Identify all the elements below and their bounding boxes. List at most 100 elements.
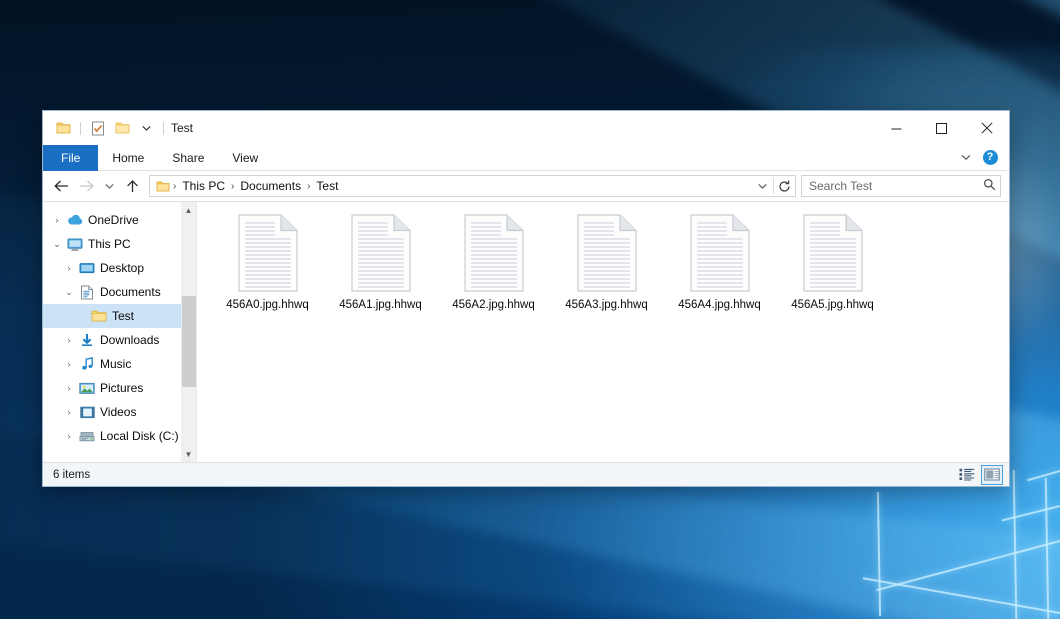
chevron-down-icon[interactable]: ⌄ [61, 287, 77, 298]
maximize-button[interactable] [919, 111, 964, 145]
file-grid: 456A0.jpg.hhwq 456A1.j [211, 210, 1009, 311]
music-icon [77, 357, 97, 371]
generic-document-icon [237, 214, 299, 292]
properties-icon[interactable] [88, 118, 108, 138]
file-item[interactable]: 456A3.jpg.hhwq [550, 210, 663, 311]
chevron-right-icon[interactable]: › [61, 407, 77, 417]
file-list-area[interactable]: 456A0.jpg.hhwq 456A1.j [197, 202, 1009, 462]
sidebar-item-onedrive[interactable]: › OneDrive [43, 208, 181, 232]
chevron-down-icon[interactable]: ⌄ [49, 239, 65, 250]
chevron-right-icon[interactable]: › [61, 263, 77, 273]
file-item[interactable]: 456A4.jpg.hhwq [663, 210, 776, 311]
sidebar-item-test[interactable]: Test [43, 304, 181, 328]
tab-share[interactable]: Share [158, 145, 218, 171]
chevron-right-icon[interactable]: › [49, 215, 65, 225]
sidebar-item-local-disk-c[interactable]: › Local Disk (C:) [43, 424, 181, 448]
sidebar-item-documents[interactable]: ⌄ Documents [43, 280, 181, 304]
chevron-right-icon[interactable]: › [61, 335, 77, 345]
breadcrumb-item-documents[interactable]: Documents [235, 179, 306, 193]
sidebar-item-label: This PC [85, 237, 131, 251]
file-name: 456A2.jpg.hhwq [452, 299, 534, 311]
tab-view[interactable]: View [218, 145, 272, 171]
folder-icon [89, 309, 109, 323]
recent-locations-button[interactable] [99, 174, 119, 198]
search-box[interactable] [801, 175, 1001, 197]
search-icon[interactable] [983, 178, 996, 194]
help-icon[interactable]: ? [979, 147, 1001, 169]
back-button[interactable] [49, 174, 73, 198]
generic-document-icon [463, 214, 525, 292]
sidebar-item-pictures[interactable]: › Pictures [43, 376, 181, 400]
chevron-down-icon[interactable] [955, 147, 977, 169]
window-controls [874, 111, 1009, 145]
divider [773, 178, 774, 194]
file-item[interactable]: 456A0.jpg.hhwq [211, 210, 324, 311]
file-name: 456A3.jpg.hhwq [565, 299, 647, 311]
breadcrumb-item-test[interactable]: Test [311, 179, 343, 193]
ribbon-spacer [272, 145, 955, 170]
sidebar-item-label: Videos [97, 405, 136, 419]
pictures-icon [77, 382, 97, 395]
search-input[interactable] [809, 179, 983, 193]
sidebar-item-label: Music [97, 357, 131, 371]
title-bar: Test [43, 111, 1009, 145]
new-folder-icon[interactable] [112, 118, 132, 138]
window-title: Test [171, 121, 193, 135]
scrollbar-thumb[interactable] [182, 296, 196, 387]
file-name: 456A4.jpg.hhwq [678, 299, 760, 311]
up-button[interactable] [120, 174, 144, 198]
tab-file[interactable]: File [43, 145, 98, 171]
chevron-down-icon[interactable] [754, 176, 771, 196]
file-name: 456A1.jpg.hhwq [339, 299, 421, 311]
chevron-right-icon[interactable]: › [61, 383, 77, 393]
chevron-right-icon[interactable]: › [61, 359, 77, 369]
sidebar-item-label: Local Disk (C:) [97, 429, 179, 443]
folder-icon [154, 180, 172, 193]
file-name: 456A5.jpg.hhwq [791, 299, 873, 311]
view-toggle-group [956, 465, 1003, 485]
file-item[interactable]: 456A2.jpg.hhwq [437, 210, 550, 311]
sidebar-item-videos[interactable]: › Videos [43, 400, 181, 424]
forward-button[interactable] [74, 174, 98, 198]
generic-document-icon [350, 214, 412, 292]
desktop-icon [77, 262, 97, 275]
details-view-button[interactable] [956, 465, 978, 485]
sidebar-item-label: Pictures [97, 381, 143, 395]
address-bar: › This PC › Documents › Test [43, 171, 1009, 201]
sidebar-item-downloads[interactable]: › Downloads [43, 328, 181, 352]
file-item[interactable]: 456A1.jpg.hhwq [324, 210, 437, 311]
sidebar-item-label: OneDrive [85, 213, 139, 227]
chevron-down-icon[interactable] [136, 118, 156, 138]
scroll-up-icon[interactable]: ▲ [181, 202, 197, 218]
tab-home[interactable]: Home [98, 145, 158, 171]
minimize-button[interactable] [874, 111, 919, 145]
cloud-icon [65, 214, 85, 226]
generic-document-icon [802, 214, 864, 292]
refresh-icon[interactable] [776, 176, 793, 196]
generic-document-icon [689, 214, 751, 292]
monitor-icon [65, 238, 85, 251]
scroll-down-icon[interactable]: ▼ [181, 446, 197, 462]
file-item[interactable]: 456A5.jpg.hhwq [776, 210, 889, 311]
sidebar-item-this-pc[interactable]: ⌄ This PC [43, 232, 181, 256]
sidebar-item-label: Test [109, 309, 134, 323]
scrollbar-track[interactable] [181, 218, 197, 446]
toolbar-separator [80, 122, 81, 135]
quick-access-toolbar [43, 118, 167, 138]
toolbar-separator [163, 122, 164, 135]
documents-icon [77, 285, 97, 300]
breadcrumb-item-this-pc[interactable]: This PC [177, 179, 230, 193]
large-icons-view-button[interactable] [981, 465, 1003, 485]
folder-icon[interactable] [53, 118, 73, 138]
file-explorer-window: Test File Home Share View [42, 110, 1010, 487]
close-button[interactable] [964, 111, 1009, 145]
chevron-right-icon[interactable]: › [61, 431, 77, 441]
ribbon-tab-bar: File Home Share View ? [43, 145, 1009, 171]
breadcrumb[interactable]: › This PC › Documents › Test [149, 175, 796, 197]
sidebar-item-music[interactable]: › Music [43, 352, 181, 376]
breadcrumb-actions [754, 176, 793, 196]
navigation-scrollbar[interactable]: ▲ ▼ [181, 202, 197, 462]
sidebar-item-desktop[interactable]: › Desktop [43, 256, 181, 280]
file-name: 456A0.jpg.hhwq [226, 299, 308, 311]
ribbon-actions: ? [955, 145, 1009, 170]
